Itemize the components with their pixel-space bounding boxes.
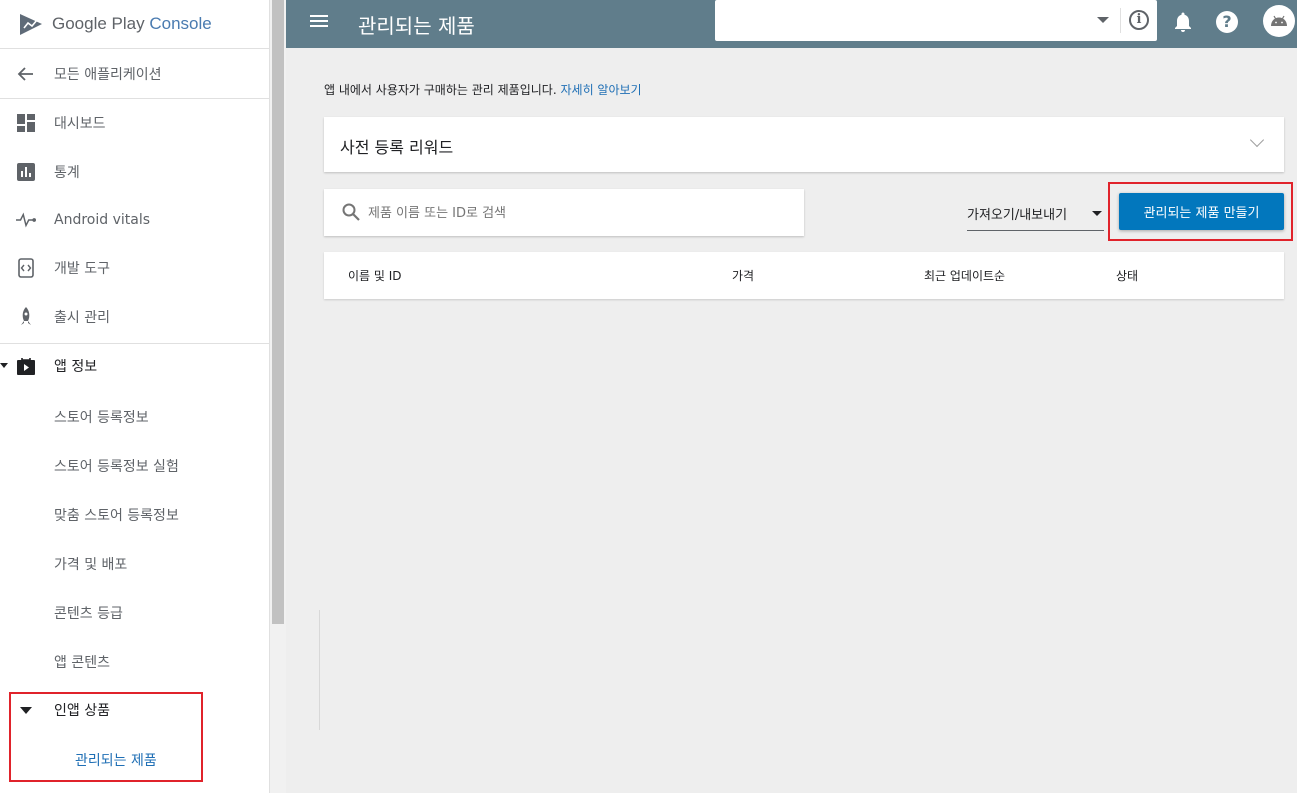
arrow-back-icon [16, 64, 36, 84]
import-export-dropdown[interactable]: 가져오기/내보내기 [967, 199, 1104, 231]
sidebar-item-label: 대시보드 [54, 116, 106, 132]
dropdown-caret-icon [1097, 17, 1109, 23]
pre-registration-rewards-panel[interactable]: 사전 등록 리워드 [324, 117, 1284, 172]
products-table-header: 이름 및 ID 가격 최근 업데이트순 상태 [324, 252, 1284, 299]
intro-text: 앱 내에서 사용자가 구매하는 관리 제품입니다. 자세히 알아보기 [324, 81, 642, 98]
back-to-all-apps[interactable]: 모든 애플리케이션 [0, 50, 270, 98]
sidebar-subitem-label: 앱 콘텐츠 [54, 655, 110, 671]
chevron-down-icon [1249, 132, 1265, 148]
dropdown-caret-icon [1092, 211, 1102, 216]
sidebar-item-dev-tools[interactable]: 개발 도구 [0, 244, 270, 292]
avatar[interactable] [1263, 5, 1295, 37]
sidebar-item-label: 통계 [54, 165, 80, 181]
divider [1120, 8, 1121, 33]
column-header-name-id[interactable]: 이름 및 ID [348, 267, 402, 284]
sidebar-subitem-store-listing-experiments[interactable]: 스토어 등록정보 실험 [0, 442, 270, 490]
help-icon[interactable]: ? [1216, 11, 1238, 33]
column-header-status[interactable]: 상태 [1116, 267, 1138, 284]
sidebar-item-dashboard[interactable]: 대시보드 [0, 99, 270, 147]
sidebar-subitem-label: 콘텐츠 등급 [54, 606, 123, 622]
intro-description: 앱 내에서 사용자가 구매하는 관리 제품입니다. [324, 83, 557, 97]
column-header-last-updated[interactable]: 최근 업데이트순 [924, 267, 1005, 284]
sidebar-subitem-app-content[interactable]: 앱 콘텐츠 [0, 638, 270, 686]
sidebar-item-label: 앱 정보 [54, 359, 98, 375]
dev-tools-icon [16, 258, 36, 278]
import-export-label: 가져오기/내보내기 [967, 208, 1068, 223]
sidebar: Google Play Console 모든 애플리케이션 대시보드 통계 An… [0, 0, 270, 793]
sidebar-item-label: 출시 관리 [54, 310, 110, 326]
column-header-price[interactable]: 가격 [732, 267, 754, 284]
expand-arrow-icon [0, 363, 8, 368]
menu-icon[interactable] [310, 12, 330, 36]
sidebar-scrollbar[interactable] [270, 0, 286, 793]
top-app-bar: 관리되는 제품 i ? [286, 0, 1297, 48]
sidebar-subitem-label: 맞춤 스토어 등록정보 [54, 508, 179, 524]
sidebar-item-android-vitals[interactable]: Android vitals [0, 196, 270, 244]
divider [319, 610, 320, 730]
stats-icon [16, 162, 36, 182]
search-box [324, 189, 804, 236]
google-play-console-logo-icon [20, 14, 42, 35]
page-title: 관리되는 제품 [358, 14, 475, 38]
app-select-dropdown[interactable]: i [715, 0, 1157, 41]
sidebar-subitem-label: 스토어 등록정보 [54, 410, 149, 426]
sidebar-subitem-content-rating[interactable]: 콘텐츠 등급 [0, 589, 270, 637]
sidebar-item-app-info[interactable]: 앱 정보 [0, 342, 270, 390]
sidebar-subitem-custom-store-listing[interactable]: 맞춤 스토어 등록정보 [0, 491, 270, 539]
android-icon [1271, 15, 1287, 26]
sidebar-item-release-management[interactable]: 출시 관리 [0, 293, 270, 341]
sidebar-item-label: 개발 도구 [54, 261, 110, 277]
highlight-box [9, 692, 203, 782]
info-icon[interactable]: i [1129, 10, 1149, 30]
brand-name: Google Play [52, 14, 145, 33]
vitals-icon [16, 210, 36, 230]
brand-product: Console [149, 14, 212, 33]
panel-title: 사전 등록 리워드 [340, 138, 454, 157]
logo-row[interactable]: Google Play Console [0, 0, 269, 49]
notifications-bell-icon[interactable] [1171, 10, 1195, 34]
create-managed-product-button[interactable]: 관리되는 제품 만들기 [1119, 193, 1284, 230]
search-icon [342, 203, 360, 221]
sidebar-item-label: Android vitals [54, 212, 151, 228]
learn-more-link[interactable]: 자세히 알아보기 [560, 83, 641, 97]
rocket-icon [16, 307, 36, 327]
sidebar-item-stats[interactable]: 통계 [0, 148, 270, 196]
search-input[interactable] [368, 201, 788, 225]
sidebar-subitem-pricing-distribution[interactable]: 가격 및 배포 [0, 540, 270, 588]
scrollbar-thumb[interactable] [272, 0, 284, 624]
dashboard-icon [16, 113, 36, 133]
logo-text: Google Play Console [52, 14, 212, 34]
sidebar-subitem-store-listing[interactable]: 스토어 등록정보 [0, 393, 270, 441]
back-label: 모든 애플리케이션 [54, 67, 162, 83]
sidebar-subitem-label: 스토어 등록정보 실험 [54, 459, 179, 475]
sidebar-subitem-label: 가격 및 배포 [54, 557, 128, 573]
play-store-icon [16, 356, 36, 376]
